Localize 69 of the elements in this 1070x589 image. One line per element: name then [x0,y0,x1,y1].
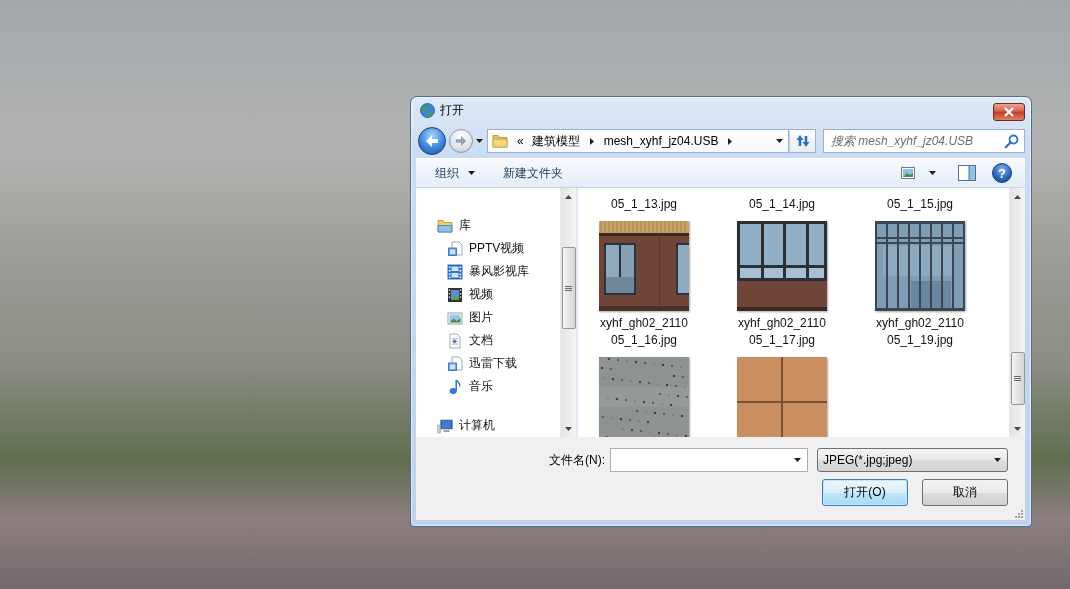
file-item[interactable]: 05_1_15.jpg [884,196,956,213]
film-frame-icon [447,286,463,303]
filename-label: 文件名(N): [549,451,605,469]
scroll-up-icon[interactable] [1014,194,1021,199]
grip-icon [565,284,572,292]
nav-item[interactable]: 计算机 [437,414,498,437]
breadcrumb-overflow[interactable]: « [513,134,528,148]
library-icon [447,240,463,257]
caret-icon[interactable] [776,139,783,143]
view-menu-button[interactable] [901,167,936,179]
scroll-up-icon[interactable] [565,194,572,199]
forward-arrow-icon [454,134,468,148]
address-bar[interactable]: « 建筑模型 mesh_xyhf_jz04.USB [487,129,789,153]
filename-field[interactable] [610,448,808,472]
nav-item[interactable]: PPTV视频 [447,237,528,260]
chevron-icon[interactable] [728,137,733,145]
music-note-icon [447,378,463,395]
caret-icon[interactable] [476,139,483,143]
breadcrumb[interactable]: 建筑模型 [527,132,584,150]
scroll-down-icon[interactable] [565,426,572,431]
scrollbar[interactable] [1009,188,1025,437]
picture-icon [447,309,463,326]
toolbar-button[interactable]: 新建文件夹 [495,162,571,184]
nav-item[interactable]: 文档 [447,329,496,352]
search-field[interactable]: 搜索 mesh_xyhf_jz04.USB [823,129,1025,153]
close-button[interactable] [993,102,1025,121]
nav-item[interactable]: 迅雷下载 [447,352,520,375]
globe-icon [420,103,435,118]
nav-item[interactable]: 图片 [447,306,496,329]
open-button[interactable]: 打开(O) [822,479,908,506]
scroll-down-icon[interactable] [1014,426,1021,431]
scrollbar-thumb[interactable] [561,247,576,329]
back-button[interactable] [418,127,446,155]
file-item[interactable]: 05_1_13.jpg [608,196,680,213]
grip-icon [1014,375,1021,382]
file-item[interactable]: xyhf_gh02_2110 05_1_16.jpg [597,213,691,349]
caret-icon[interactable] [468,171,475,175]
back-arrow-icon [424,133,440,149]
nav-item[interactable]: 暴风影视库 [447,260,532,283]
search-icon [1004,133,1019,149]
refresh-icon [794,133,811,149]
cancel-button[interactable]: 取消 [922,479,1008,506]
preview-pane-icon[interactable] [958,165,976,181]
file-item[interactable]: 05_1_14.jpg [746,196,818,213]
nav-item[interactable]: 音乐 [447,375,496,398]
breadcrumb[interactable]: mesh_xyhf_jz04.USB [599,134,723,148]
library-folder-icon [437,217,453,234]
refresh-button[interactable] [789,129,816,153]
library-icon [447,355,463,372]
file-item[interactable]: xyhf_gh02_2110 05_1_19.jpg [873,213,967,349]
scrollbar[interactable] [560,188,576,437]
caret-icon[interactable] [994,458,1001,462]
chevron-icon[interactable] [589,137,594,145]
nav-item[interactable]: 库 [437,214,474,237]
scrollbar-thumb[interactable] [1010,352,1025,405]
computer-icon [437,417,453,434]
file-item[interactable]: xyhf_gh02_2110 05_1_17.jpg [735,213,829,349]
film-strip-icon [447,263,463,280]
window-title: 打开 [440,102,464,119]
menu-button[interactable]: 组织 [427,162,483,184]
close-icon [1004,106,1014,117]
nav-item[interactable]: 视频 [447,283,496,306]
folder-icon [492,133,508,149]
caret-icon[interactable] [929,171,936,175]
document-icon [447,332,463,349]
resize-grip-icon [1013,508,1023,518]
caret-icon[interactable] [794,458,801,462]
file-type-dropdown[interactable]: JPEG(*.jpg;jpeg) [817,448,1008,472]
picture-icon [901,167,915,179]
